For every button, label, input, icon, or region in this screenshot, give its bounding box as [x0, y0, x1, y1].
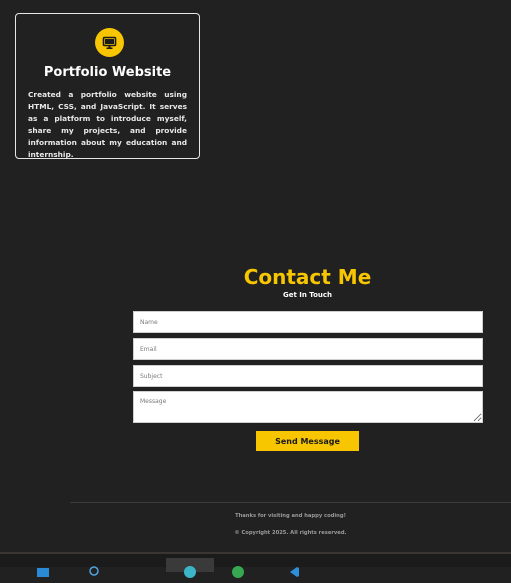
email-input[interactable] — [133, 338, 483, 360]
footer-copyright: © Copyright 2025. All rights reserved. — [234, 530, 347, 536]
project-description: Created a portfolio website using HTML, … — [28, 90, 187, 159]
footer-thanks: Thanks for visiting and happy coding! — [235, 513, 346, 519]
contact-title: Contact Me — [243, 265, 372, 289]
file-explorer-icon[interactable] — [36, 564, 50, 578]
footer-divider — [70, 502, 511, 503]
contact-subtitle: Get In Touch — [282, 291, 333, 299]
project-card: Portfolio Website Created a portfolio we… — [15, 13, 200, 159]
chrome-icon[interactable] — [231, 564, 245, 578]
project-title: Portfolio Website — [43, 65, 172, 80]
edge-browser-icon[interactable] — [183, 564, 197, 578]
message-textarea[interactable] — [133, 391, 483, 423]
taskbar — [0, 552, 511, 578]
subject-input[interactable] — [133, 365, 483, 387]
name-input[interactable] — [133, 311, 483, 333]
monitor-icon — [95, 28, 124, 57]
send-message-button[interactable]: Send Message — [256, 431, 359, 451]
vscode-icon[interactable] — [287, 564, 301, 578]
search-icon[interactable] — [88, 564, 102, 578]
